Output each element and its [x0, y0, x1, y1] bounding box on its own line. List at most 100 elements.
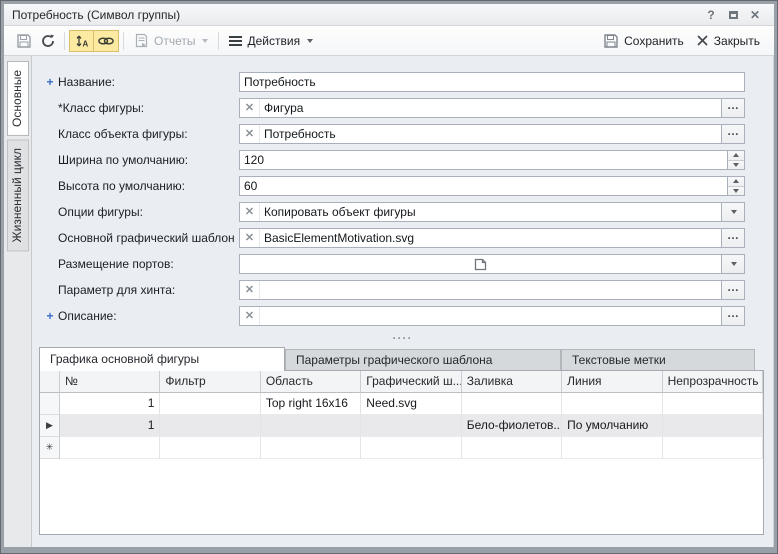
dropdown-button[interactable]	[721, 203, 744, 221]
vertical-resize-icon: A	[74, 33, 90, 49]
close-button[interactable]: Закрыть	[690, 30, 766, 52]
cell-number[interactable]: 1	[60, 415, 160, 437]
clear-icon[interactable]: ✕	[240, 203, 260, 221]
object-class-input[interactable]	[260, 125, 721, 143]
field-label: Основной графический шаблон :	[58, 231, 239, 245]
cell-template[interactable]: Need.svg	[361, 393, 461, 415]
side-tab-strip: Основные Жизненный цикл	[4, 56, 31, 547]
blank-page-icon	[473, 257, 488, 272]
cell-number[interactable]	[60, 437, 160, 459]
column-header-opacity[interactable]: Непрозрачность	[663, 371, 763, 393]
form-row-port-placement: Размещение портов:	[42, 251, 745, 277]
maximize-icon[interactable]	[722, 8, 744, 22]
cell-area[interactable]	[261, 437, 361, 459]
toolbar-separator	[218, 32, 219, 50]
hint-parameter-input[interactable]	[260, 281, 721, 299]
browse-button[interactable]: …	[721, 281, 744, 299]
help-icon[interactable]: ?	[700, 8, 722, 22]
row-indicator	[40, 393, 60, 415]
clear-icon[interactable]: ✕	[240, 307, 260, 325]
current-row-icon: ▶	[40, 415, 60, 437]
header-corner	[40, 371, 60, 393]
column-header-template[interactable]: Графический ш...	[361, 371, 461, 393]
field-label: Описание:	[58, 309, 239, 323]
column-header-line[interactable]: Линия	[562, 371, 662, 393]
field-label: Класс объекта фигуры:	[58, 127, 239, 141]
cell-opacity[interactable]	[663, 415, 763, 437]
toolbar-separator	[64, 32, 65, 50]
cell-opacity[interactable]	[663, 437, 763, 459]
browse-button[interactable]: …	[721, 125, 744, 143]
save-icon-button[interactable]	[12, 30, 36, 52]
port-placement-field[interactable]	[239, 254, 745, 274]
form-row-figure-options: Опции фигуры: ✕	[42, 199, 745, 225]
name-input[interactable]	[240, 73, 744, 91]
cell-filter[interactable]	[160, 393, 260, 415]
cell-filter[interactable]	[160, 415, 260, 437]
default-width-input[interactable]	[240, 151, 727, 169]
graphic-template-field: ✕ …	[239, 228, 745, 248]
clear-icon[interactable]: ✕	[240, 125, 260, 143]
cell-line[interactable]: По умолчанию	[562, 415, 662, 437]
figure-options-input[interactable]	[260, 203, 721, 221]
table-row[interactable]: 1 Top right 16x16 Need.svg	[40, 393, 763, 415]
cell-filter[interactable]	[160, 437, 260, 459]
splitter-handle[interactable]: ····	[32, 329, 773, 347]
dropdown-button[interactable]	[721, 255, 744, 273]
cell-template[interactable]	[361, 415, 461, 437]
form-row-hint-parameter: Параметр для хинта: ✕ …	[42, 277, 745, 303]
actions-button[interactable]: Действия	[223, 30, 319, 52]
maximize-glyph	[729, 11, 738, 19]
link-toggle-button[interactable]	[94, 30, 119, 52]
column-header-number[interactable]: №	[60, 371, 160, 393]
clear-icon[interactable]: ✕	[240, 229, 260, 247]
form-row-default-width: Ширина по умолчанию:	[42, 147, 745, 173]
cell-number[interactable]: 1	[60, 393, 160, 415]
column-header-fill[interactable]: Заливка	[462, 371, 562, 393]
graphic-template-input[interactable]	[260, 229, 721, 247]
clear-icon[interactable]: ✕	[240, 99, 260, 117]
column-header-filter[interactable]: Фильтр	[160, 371, 260, 393]
browse-button[interactable]: …	[721, 307, 744, 325]
figure-options-field: ✕	[239, 202, 745, 222]
cell-template[interactable]	[361, 437, 461, 459]
table-new-row[interactable]: ✳	[40, 437, 763, 459]
spin-up-icon[interactable]	[728, 177, 744, 186]
reports-button[interactable]: Отчеты	[128, 30, 214, 52]
spin-down-icon[interactable]	[728, 186, 744, 196]
figure-class-input[interactable]	[260, 99, 721, 117]
tab-text-labels[interactable]: Текстовые метки	[561, 349, 755, 371]
table-row-selected[interactable]: ▶ 1 Бело-фиолетов... По умолчанию	[40, 415, 763, 437]
tab-template-parameters[interactable]: Параметры графического шаблона	[285, 349, 561, 371]
auto-height-toggle-button[interactable]: A	[69, 30, 94, 52]
description-input[interactable]	[260, 307, 721, 325]
side-tab-main[interactable]: Основные	[7, 61, 29, 136]
expand-plus-icon[interactable]: +	[42, 309, 58, 323]
tab-main-figure-graphics[interactable]: Графика основной фигуры	[39, 347, 285, 371]
browse-button[interactable]: …	[721, 99, 744, 117]
browse-button[interactable]: …	[721, 229, 744, 247]
cell-fill[interactable]	[462, 437, 562, 459]
form-row-graphic-template: Основной графический шаблон : ✕ …	[42, 225, 745, 251]
cell-opacity[interactable]	[663, 393, 763, 415]
cell-line[interactable]	[562, 437, 662, 459]
cell-area[interactable]: Top right 16x16	[261, 393, 361, 415]
close-icon	[696, 34, 709, 47]
column-header-area[interactable]: Область	[261, 371, 361, 393]
save-button[interactable]: Сохранить	[597, 30, 690, 52]
spin-up-icon[interactable]	[728, 151, 744, 160]
chevron-down-icon	[731, 262, 737, 266]
window-close-icon[interactable]: ✕	[744, 8, 766, 22]
refresh-button[interactable]	[36, 30, 60, 52]
spin-down-icon[interactable]	[728, 160, 744, 170]
refresh-icon	[40, 33, 56, 49]
cell-line[interactable]	[562, 393, 662, 415]
clear-icon[interactable]: ✕	[240, 281, 260, 299]
default-height-input[interactable]	[240, 177, 727, 195]
side-tab-lifecycle[interactable]: Жизненный цикл	[7, 139, 29, 251]
page-preview	[240, 255, 721, 273]
expand-plus-icon[interactable]: +	[42, 75, 58, 89]
cell-fill[interactable]	[462, 393, 562, 415]
cell-area[interactable]	[261, 415, 361, 437]
cell-fill[interactable]: Бело-фиолетов...	[462, 415, 562, 437]
